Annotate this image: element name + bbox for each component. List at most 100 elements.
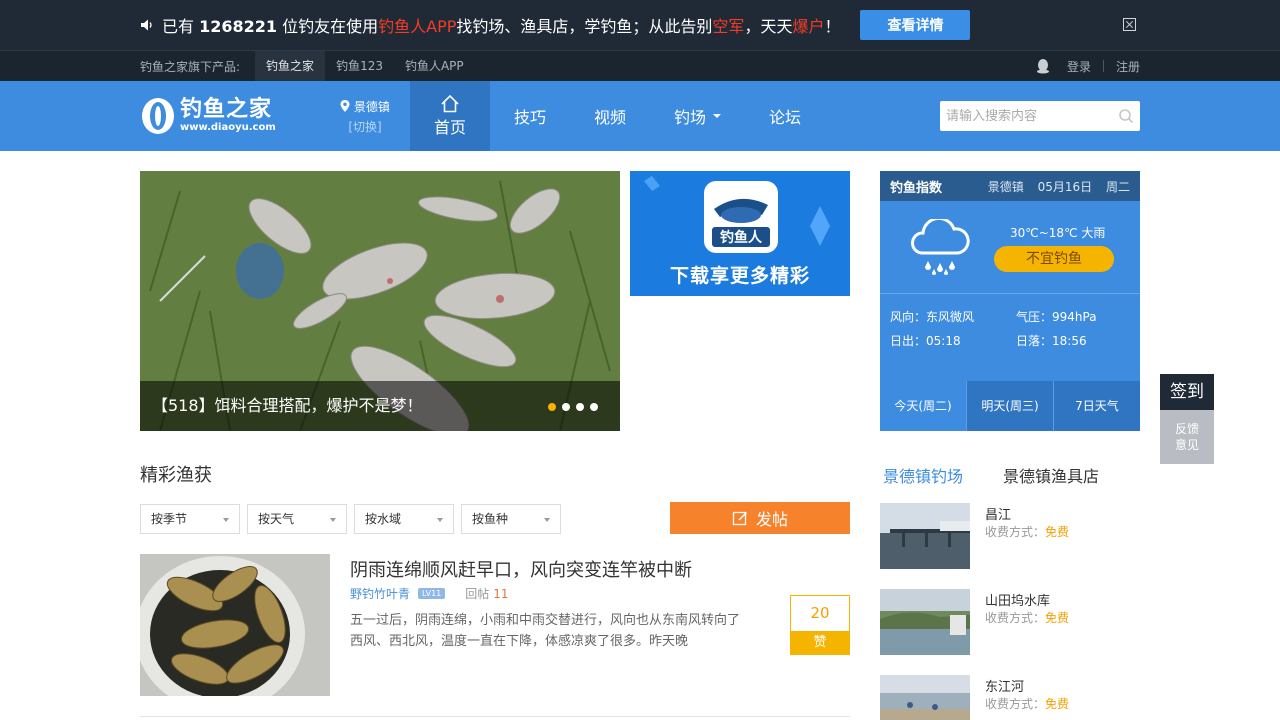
filter-label: 按鱼种 — [472, 512, 509, 526]
divider — [1102, 60, 1104, 72]
spot-name: 东江河 — [985, 680, 1025, 695]
widget-title: 钓鱼指数 — [890, 180, 943, 196]
edit-icon — [732, 511, 748, 526]
rain-cloud-icon — [911, 219, 970, 275]
like-label: 赞 — [791, 631, 849, 654]
fee-value: 免费 — [1045, 697, 1070, 711]
sunset-info: 日落：18:56 — [1016, 334, 1087, 348]
weather-date: 05月16日 — [1037, 179, 1093, 194]
filter-species[interactable]: 按鱼种 — [461, 504, 561, 534]
nav-menu: 首页 技巧 视频 钓场 论坛 — [410, 81, 825, 151]
search-box — [940, 101, 1140, 131]
tab-tomorrow[interactable]: 明天(周三) — [966, 381, 1053, 431]
post-excerpt: 五一过后，阴雨连绵，小雨和中雨交替进行，风向也从东南风转向了西风、西北风，温度一… — [350, 613, 741, 649]
promo-text-part: ！ — [824, 17, 841, 36]
view-details-button[interactable]: 查看详情 — [860, 10, 971, 40]
location-city: 景德镇 — [353, 99, 390, 114]
site-logo[interactable]: 钓鱼之家 www.diaoyu.com — [140, 96, 320, 136]
product-link-diaoyu123[interactable]: 钓鱼123 — [325, 51, 394, 81]
fishing-rating-badge: 不宜钓鱼 — [994, 246, 1114, 272]
pressure-info: 气压：994hPa — [1016, 310, 1097, 324]
level-badge: LV11 — [418, 588, 446, 599]
register-link[interactable]: 注册 — [1116, 58, 1140, 75]
hero-slider[interactable]: 【518】饵料合理搭配，爆护不是梦！ — [140, 171, 620, 431]
post-thumbnail[interactable] — [140, 554, 330, 696]
location-pin-icon — [340, 99, 350, 112]
product-link-app[interactable]: 钓鱼人APP — [394, 51, 475, 81]
fee-label: 收费方式： — [985, 697, 1046, 711]
widget-header: 钓鱼指数 景德镇 05月16日 周二 — [880, 171, 1140, 201]
location-selector[interactable]: 景德镇 [切换] — [320, 98, 410, 135]
switch-city-link[interactable]: [切换] — [320, 118, 410, 135]
product-bar: 钓鱼之家旗下产品: 钓鱼之家 钓鱼123 钓鱼人APP 登录 注册 — [0, 50, 1280, 81]
fee-label: 收费方式： — [985, 525, 1046, 539]
chevron-down-icon — [713, 114, 722, 118]
chevron-down-icon — [544, 518, 550, 522]
spot-image — [880, 589, 970, 655]
new-post-label: 发帖 — [755, 510, 788, 529]
filter-water[interactable]: 按水域 — [354, 504, 454, 534]
new-post-button[interactable]: 发帖 — [670, 502, 850, 534]
feedback-button[interactable]: 反馈 意见 — [1160, 410, 1214, 464]
promo-highlight: 空军 — [712, 17, 745, 36]
nav-item-videos[interactable]: 视频 — [570, 81, 650, 151]
nav-item-home[interactable]: 首页 — [410, 81, 490, 151]
product-link-diaoyu-home[interactable]: 钓鱼之家 — [255, 51, 326, 81]
spot-thumbnail — [880, 675, 970, 720]
filter-label: 按天气 — [258, 512, 295, 526]
tab-today[interactable]: 今天(周二) — [880, 381, 966, 431]
app-download-banner[interactable]: 钓鱼人 下载享更多精彩 — [630, 171, 850, 296]
chevron-down-icon — [223, 518, 229, 522]
fee-value: 免费 — [1045, 611, 1070, 625]
like-count: 20 — [810, 604, 830, 622]
sign-in-button[interactable]: 签到 — [1160, 374, 1214, 410]
fee-label: 收费方式： — [985, 611, 1046, 625]
chevron-down-icon — [330, 518, 336, 522]
fishing-index-widget: 钓鱼指数 景德镇 05月16日 周二 30℃~18℃ 大雨 不宜钓鱼 风向：东风… — [880, 171, 1140, 431]
divider — [880, 293, 1140, 294]
list-item[interactable]: 东江河 收费方式：免费 — [880, 675, 1140, 720]
filter-weather[interactable]: 按天气 — [247, 504, 347, 534]
list-item[interactable]: 山田坞水库 收费方式：免费 — [880, 589, 1140, 655]
like-button[interactable]: 20 赞 — [790, 595, 850, 655]
slider-dot[interactable] — [590, 403, 598, 411]
promo-text: 已有 1268221 位钓友在使用钓鱼人APP找钓场、渔具店，学钓鱼；从此告别空… — [162, 13, 840, 37]
qq-icon[interactable] — [1035, 58, 1051, 74]
close-icon[interactable] — [1123, 18, 1136, 31]
spot-image — [880, 503, 970, 569]
post-author[interactable]: 野钓竹叶青 — [350, 585, 410, 602]
slider-dot[interactable] — [576, 403, 584, 411]
fish-logo-icon — [142, 98, 174, 134]
promo-bar: 已有 1268221 位钓友在使用钓鱼人APP找钓场、渔具店，学钓鱼；从此告别空… — [0, 0, 1280, 50]
filter-season[interactable]: 按季节 — [140, 504, 240, 534]
slider-dots — [542, 403, 598, 411]
search-input[interactable] — [946, 108, 1118, 124]
slider-dot[interactable] — [562, 403, 570, 411]
nav-item-tips[interactable]: 技巧 — [490, 81, 570, 151]
list-item[interactable]: 昌江 收费方式：免费 — [880, 503, 1140, 569]
promo-text-part: 已有 — [162, 17, 195, 36]
login-link[interactable]: 登录 — [1067, 58, 1091, 75]
nav-item-spots[interactable]: 钓场 — [650, 81, 745, 151]
chevron-down-icon — [437, 518, 443, 522]
promo-text-part: 找钓场、渔具店，学钓鱼；从此告别 — [456, 17, 713, 36]
content-area: 【518】饵料合理搭配，爆护不是梦！ 钓鱼人 下载享更多精彩 精彩渔获 按季节 … — [140, 171, 1140, 720]
sunrise-info: 日出：05:18 — [890, 334, 961, 348]
app-tagline: 下载享更多精彩 — [669, 265, 810, 287]
slider-dot[interactable] — [548, 403, 556, 411]
tab-tackle-shops[interactable]: 景德镇渔具店 — [1003, 463, 1099, 487]
post-thumbnail-image — [140, 554, 330, 696]
section-title: 精彩渔获 — [140, 465, 212, 486]
nav-item-forum[interactable]: 论坛 — [745, 81, 825, 151]
spot-tabs: 景德镇钓场 景德镇渔具店 — [880, 463, 1140, 487]
search-icon[interactable] — [1118, 108, 1134, 124]
promo-text-part: 位钓友在使用 — [282, 17, 379, 36]
spot-name: 山田坞水库 — [985, 594, 1051, 609]
spot-fee: 收费方式：免费 — [985, 695, 1069, 712]
reply-label: 回帖 — [465, 587, 490, 601]
home-icon — [441, 94, 459, 113]
tab-fishing-spots[interactable]: 景德镇钓场 — [880, 463, 963, 487]
post-title[interactable]: 阴雨连绵顺风赶早口，风向突变连竿被中断 — [350, 556, 692, 582]
tab-7-days[interactable]: 7日天气 — [1053, 381, 1140, 431]
fee-value: 免费 — [1045, 525, 1070, 539]
